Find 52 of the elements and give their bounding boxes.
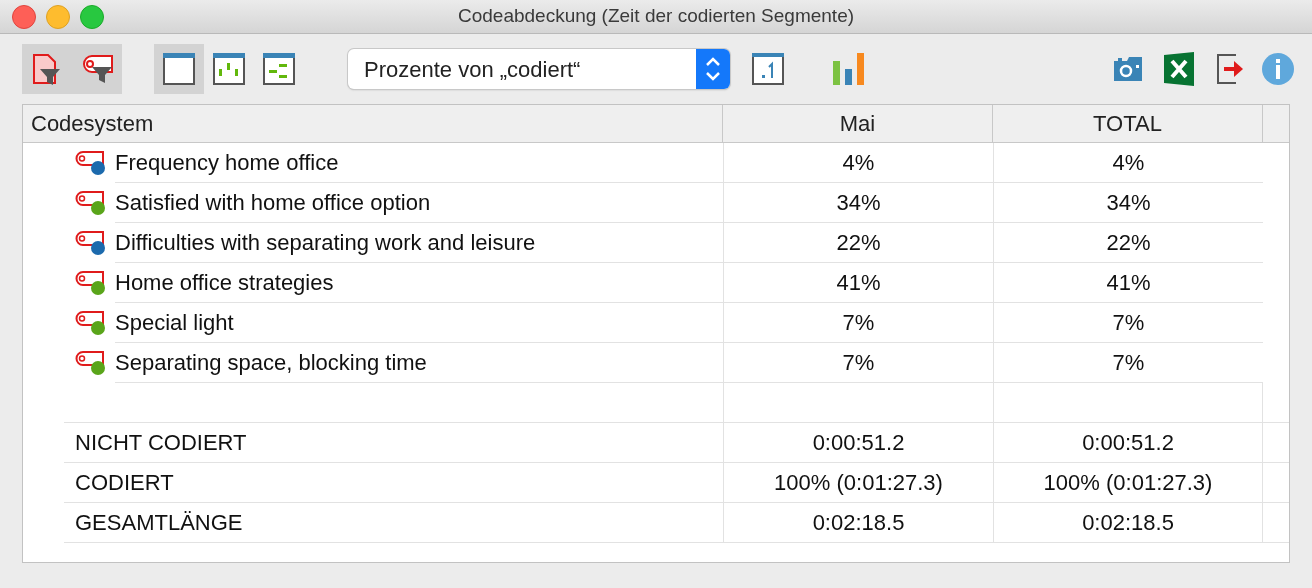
code-name[interactable]: Home office strategies (115, 263, 723, 303)
info-icon[interactable] (1262, 53, 1294, 85)
window-title: Codeabdeckung (Zeit der codierten Segmente) (457, 4, 855, 29)
view-button[interactable] (154, 44, 204, 94)
table-cell: 0:00:51.2 (993, 423, 1263, 462)
table-view-icon (163, 53, 195, 85)
code-tag-icon (73, 310, 107, 336)
table-cell: 0:00:51.2 (723, 423, 993, 462)
table-cell: 0:02:18.5 (723, 503, 993, 542)
table-cell: 100% (0:01:27.3) (993, 463, 1263, 502)
table-cell: 4% (723, 143, 993, 183)
table-cell: 0:02:18.5 (993, 503, 1263, 542)
table-cell: 22% (993, 223, 1263, 263)
table-cell: 7% (993, 303, 1263, 343)
bar-chart-icon[interactable] (832, 53, 866, 85)
table-cell: 34% (723, 183, 993, 223)
code-tag-icon (73, 350, 107, 376)
code-tag-icon (73, 190, 107, 216)
table-cell: 34% (993, 183, 1263, 223)
table-pattern-icon (263, 53, 295, 85)
code-name[interactable]: Satisfied with home office option (115, 183, 723, 223)
table-cell: 22% (723, 223, 993, 263)
summary-label: GESAMTLÄNGE (74, 509, 244, 537)
decimal-icon[interactable] (752, 53, 784, 85)
code-name[interactable]: Frequency home office (115, 143, 723, 183)
table-cell: 7% (993, 343, 1263, 383)
stepper-arrows-icon (696, 49, 730, 89)
table-pattern-icon (213, 53, 245, 85)
table-cell: 7% (723, 343, 993, 383)
column-header[interactable]: Codesystem (23, 105, 723, 142)
spreadsheet-icon[interactable] (1164, 52, 1194, 86)
camera-icon[interactable] (1114, 56, 1144, 82)
summary-label: CODIERT (74, 469, 175, 497)
table-cell: 100% (0:01:27.3) (723, 463, 993, 502)
code-tag-icon (73, 150, 107, 176)
code-filter-icon (80, 53, 114, 85)
export-icon[interactable] (1216, 54, 1244, 84)
code-name[interactable]: Difficulties with separating work and leisure (115, 223, 723, 263)
table-cell: 7% (723, 303, 993, 343)
document-filter-icon (32, 53, 62, 85)
column-header[interactable]: TOTAL (993, 105, 1263, 142)
table-cell: 41% (993, 263, 1263, 303)
code-name[interactable]: Special light (115, 303, 723, 343)
code-tag-icon (73, 230, 107, 256)
code-name[interactable]: Separating space, blocking time (115, 343, 723, 383)
dropdown[interactable]: Prozente von „codiert“ (348, 49, 730, 89)
column-header[interactable]: Mai (723, 105, 993, 142)
table-cell: 4% (993, 143, 1263, 183)
code-tag-icon (73, 270, 107, 296)
summary-label: NICHT CODIERT (74, 429, 248, 457)
close-button[interactable] (12, 4, 36, 29)
table-cell: 41% (723, 263, 993, 303)
